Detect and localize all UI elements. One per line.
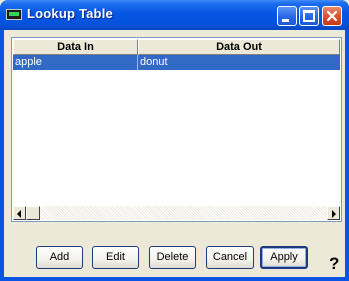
apply-button[interactable]: Apply	[260, 246, 308, 269]
window-border-bottom	[0, 277, 349, 281]
delete-button[interactable]: Delete	[149, 246, 196, 269]
column-header-data-out[interactable]: Data Out	[138, 39, 340, 55]
dialog-body: Data In Data Out apple donut Add Edit De…	[4, 30, 345, 277]
maximize-button[interactable]	[299, 6, 319, 26]
window-border-right	[345, 30, 349, 281]
minimize-button[interactable]	[277, 6, 297, 26]
scrollbar-thumb[interactable]	[26, 206, 40, 220]
cell-data-in[interactable]: apple	[13, 55, 138, 70]
edit-button[interactable]: Edit	[92, 246, 139, 269]
close-icon	[326, 10, 338, 22]
lookup-table-window: Lookup Table Data In Data Out apple donu…	[0, 0, 349, 281]
column-header-data-in[interactable]: Data In	[13, 39, 138, 55]
arrow-right-icon	[332, 210, 336, 218]
table-row[interactable]: apple donut	[13, 55, 340, 70]
cell-data-out[interactable]: donut	[138, 55, 340, 70]
close-button[interactable]	[322, 6, 342, 26]
scroll-right-button[interactable]	[327, 206, 340, 220]
help-icon[interactable]: ?	[329, 254, 339, 274]
arrow-left-icon	[17, 210, 21, 218]
table-header: Data In Data Out	[13, 39, 340, 55]
cancel-button[interactable]: Cancel	[206, 246, 254, 269]
window-title: Lookup Table	[27, 6, 113, 21]
scroll-left-button[interactable]	[13, 206, 26, 220]
title-bar[interactable]: Lookup Table	[0, 0, 349, 30]
lookup-table-list[interactable]: Data In Data Out apple donut	[11, 37, 342, 222]
add-button[interactable]: Add	[36, 246, 83, 269]
horizontal-scrollbar[interactable]	[13, 206, 340, 220]
app-icon	[6, 9, 22, 20]
